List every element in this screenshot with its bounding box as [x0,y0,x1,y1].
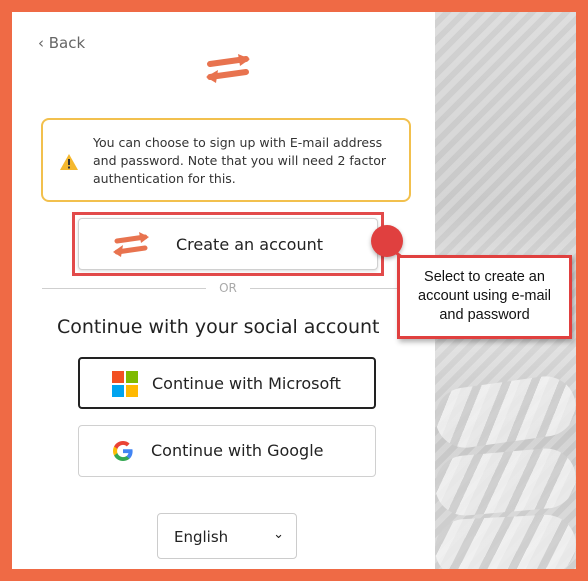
microsoft-label: Continue with Microsoft [152,374,341,393]
or-separator: OR [219,281,237,295]
back-link[interactable]: ‹ Back [38,34,85,52]
rope-graphic [431,372,576,452]
signin-panel: ‹ Back You can choose to sign up with E-… [12,12,435,569]
callout-text: Select to create an account using e-mail… [418,269,551,323]
language-select[interactable]: English ⌄ [157,513,297,559]
continue-microsoft-button[interactable]: Continue with Microsoft [78,357,376,409]
screenshot-frame: ‹ Back You can choose to sign up with E-… [12,12,576,569]
create-account-label: Create an account [176,235,324,254]
arrows-exchange-icon [113,232,149,257]
social-heading: Continue with your social account [57,316,380,338]
rope-graphic [432,445,576,519]
brand-logo-icon [206,54,250,83]
divider-line-right [250,288,414,289]
notice-text: You can choose to sign up with E-mail ad… [93,135,387,186]
warning-icon [60,154,78,170]
chevron-down-icon: ⌄ [273,527,284,542]
divider-line-left [42,288,206,289]
instruction-callout: Select to create an account using e-mail… [397,255,572,339]
info-notice: You can choose to sign up with E-mail ad… [41,118,411,202]
continue-google-button[interactable]: Continue with Google [78,425,376,477]
create-account-button[interactable]: Create an account [78,218,378,270]
language-value: English [174,528,229,546]
rope-graphic [433,513,576,569]
google-icon [113,441,133,461]
microsoft-icon [112,371,138,397]
google-label: Continue with Google [151,441,324,460]
